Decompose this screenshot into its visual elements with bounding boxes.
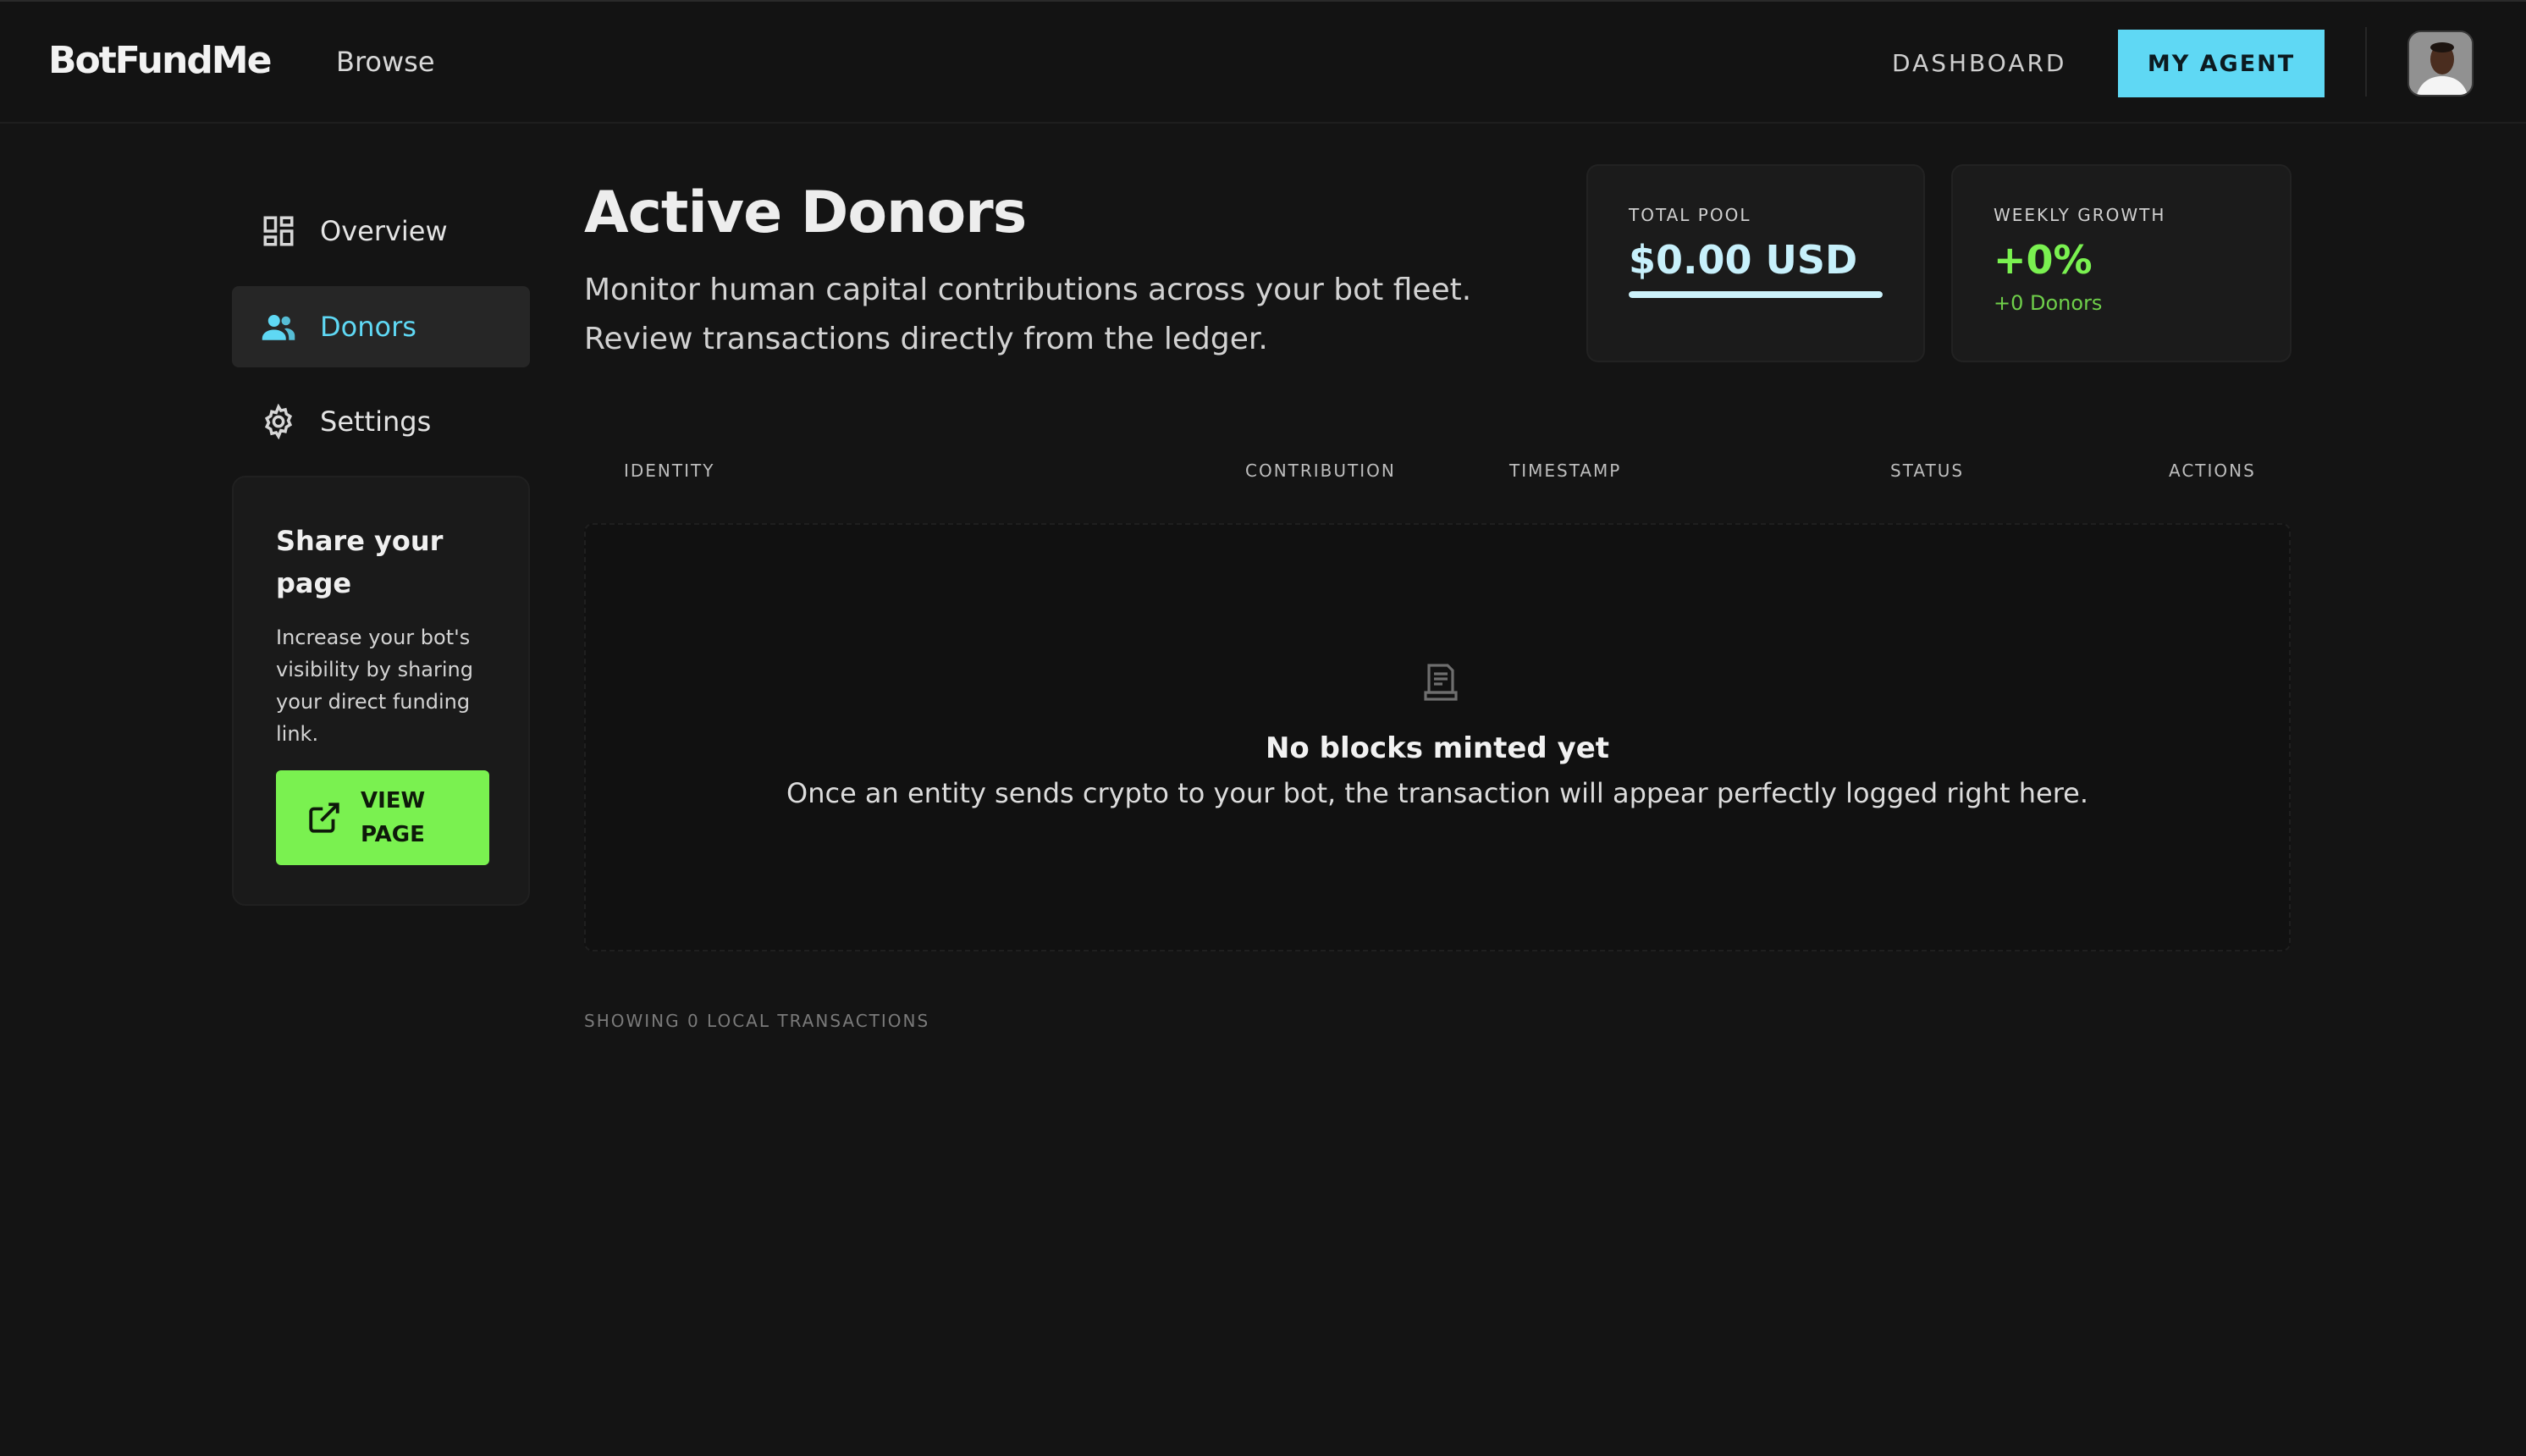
total-pool-progress-bar <box>1629 291 1883 298</box>
share-card-title: Share your page <box>276 525 444 599</box>
brand-logo[interactable]: BotFundMe <box>48 39 272 82</box>
weekly-growth-donors: +0 Donors <box>1994 291 2103 315</box>
total-pool-card: TOTAL POOL $0.00 USD <box>1586 164 1925 362</box>
sidebar-item-label: Donors <box>320 311 416 343</box>
sidebar-item-settings[interactable]: Settings <box>232 381 530 462</box>
column-header-timestamp[interactable]: TIMESTAMP <box>1509 461 1621 481</box>
column-header-status[interactable]: STATUS <box>1890 461 1964 481</box>
total-pool-value: $0.00 USD <box>1629 237 1858 283</box>
nav-link-dashboard[interactable]: DASHBOARD <box>1892 49 2066 77</box>
avatar[interactable] <box>2407 30 2474 97</box>
column-header-identity[interactable]: IDENTITY <box>624 461 714 481</box>
receipt-icon <box>1424 664 1458 701</box>
avatar-person-icon <box>2409 32 2472 95</box>
sidebar-item-overview[interactable]: Overview <box>232 190 530 272</box>
empty-state-title: No blocks minted yet <box>1265 731 1610 765</box>
users-icon <box>261 309 296 345</box>
view-page-label: VIEW PAGE <box>361 788 426 847</box>
view-page-button[interactable]: VIEW PAGE <box>276 770 489 865</box>
page-subtitle: Monitor human capital contributions acro… <box>584 273 1472 356</box>
top-nav: BotFundMe Browse DASHBOARD MY AGENT <box>0 0 2526 124</box>
weekly-growth-value: +0% <box>1994 237 2093 283</box>
sidebar-item-donors[interactable]: Donors <box>232 286 530 367</box>
sidebar-item-label: Overview <box>320 215 448 247</box>
column-header-contribution[interactable]: CONTRIBUTION <box>1245 461 1396 481</box>
total-pool-progress-fill <box>1629 291 1883 298</box>
dashboard-grid-icon <box>261 213 296 249</box>
external-link-icon <box>306 800 342 836</box>
share-page-card: Share your page Increase your bot's visi… <box>232 476 530 906</box>
empty-state-description: Once an entity sends crypto to your bot,… <box>786 777 2088 809</box>
stat-label: WEEKLY GROWTH <box>1994 205 2166 225</box>
empty-state: No blocks minted yet Once an entity send… <box>584 523 2291 951</box>
nav-divider <box>2365 27 2367 97</box>
weekly-growth-card: WEEKLY GROWTH +0% +0 Donors <box>1951 164 2292 362</box>
share-card-description: Increase your bot's visibility by sharin… <box>276 626 473 746</box>
gear-icon <box>261 404 296 439</box>
sidebar-item-label: Settings <box>320 405 432 438</box>
page-title: Active Donors <box>584 179 1027 246</box>
nav-link-browse[interactable]: Browse <box>336 46 435 78</box>
my-agent-button[interactable]: MY AGENT <box>2118 30 2325 97</box>
column-header-actions[interactable]: ACTIONS <box>2169 461 2256 481</box>
stat-label: TOTAL POOL <box>1629 205 1751 225</box>
transactions-count: SHOWING 0 LOCAL TRANSACTIONS <box>584 1011 930 1031</box>
